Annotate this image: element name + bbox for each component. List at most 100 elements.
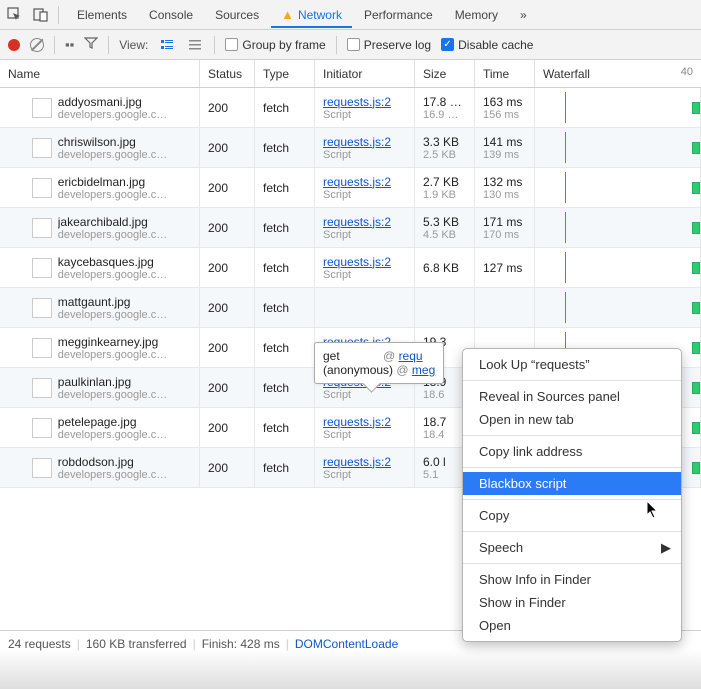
initiator-link[interactable]: requests.js:2 bbox=[323, 175, 391, 189]
file-name: paulkinlan.jpg bbox=[58, 375, 167, 389]
disable-cache-checkbox[interactable]: ✓Disable cache bbox=[441, 38, 533, 52]
initiator-link[interactable]: requests.js:2 bbox=[323, 455, 391, 469]
table-row[interactable]: addyosmani.jpgdevelopers.google.c…200fet… bbox=[0, 88, 701, 128]
cm-show-info[interactable]: Show Info in Finder bbox=[463, 568, 681, 591]
separator bbox=[54, 36, 55, 54]
cell-time: 163 ms156 ms bbox=[475, 88, 535, 127]
header-size[interactable]: Size bbox=[415, 60, 475, 87]
table-row[interactable]: mattgaunt.jpgdevelopers.google.c…200fetc… bbox=[0, 288, 701, 328]
initiator-tooltip: get @ requ (anonymous) @ meg bbox=[314, 342, 444, 384]
cell-status: 200 bbox=[200, 128, 255, 167]
device-toggle-icon[interactable] bbox=[32, 6, 50, 24]
table-row[interactable]: chriswilson.jpgdevelopers.google.c…200fe… bbox=[0, 128, 701, 168]
tab-console[interactable]: Console bbox=[139, 1, 203, 28]
view-small-icon[interactable] bbox=[186, 36, 204, 54]
group-by-frame-checkbox[interactable]: Group by frame bbox=[225, 38, 325, 52]
cm-copy-link[interactable]: Copy link address bbox=[463, 440, 681, 463]
cell-initiator: requests.js:2Script bbox=[315, 128, 415, 167]
cell-name: kaycebasques.jpgdevelopers.google.c… bbox=[0, 248, 200, 287]
cell-size: 3.3 KB2.5 KB bbox=[415, 128, 475, 167]
separator bbox=[214, 36, 215, 54]
file-name: jakearchibald.jpg bbox=[58, 215, 167, 229]
header-time[interactable]: Time bbox=[475, 60, 535, 87]
context-menu: Look Up “requests” Reveal in Sources pan… bbox=[462, 348, 682, 642]
waterfall-bar bbox=[692, 142, 700, 154]
view-large-icon[interactable] bbox=[158, 36, 176, 54]
header-type[interactable]: Type bbox=[255, 60, 315, 87]
cell-initiator: requests.js:2Script bbox=[315, 88, 415, 127]
header-name[interactable]: Name bbox=[0, 60, 200, 87]
file-icon bbox=[32, 138, 52, 158]
cell-type: fetch bbox=[255, 368, 315, 407]
file-name: mattgaunt.jpg bbox=[58, 295, 167, 309]
initiator-link[interactable]: requests.js:2 bbox=[323, 215, 391, 229]
devtools-top-toolbar: Elements Console Sources ▲Network Perfor… bbox=[0, 0, 701, 30]
preserve-log-checkbox[interactable]: Preserve log bbox=[347, 38, 431, 52]
table-row[interactable]: jakearchibald.jpgdevelopers.google.c…200… bbox=[0, 208, 701, 248]
cell-type: fetch bbox=[255, 128, 315, 167]
cm-blackbox[interactable]: Blackbox script bbox=[463, 472, 681, 495]
screenshot-icon[interactable]: ▪▪ bbox=[65, 37, 74, 52]
file-name: ericbidelman.jpg bbox=[58, 175, 167, 189]
cell-waterfall bbox=[535, 168, 701, 207]
cell-size bbox=[415, 288, 475, 327]
cell-status: 200 bbox=[200, 248, 255, 287]
waterfall-bar bbox=[692, 462, 700, 474]
tab-network[interactable]: ▲Network bbox=[271, 1, 352, 28]
file-name: chriswilson.jpg bbox=[58, 135, 167, 149]
initiator-link[interactable]: requests.js:2 bbox=[323, 255, 391, 269]
file-name: kaycebasques.jpg bbox=[58, 255, 167, 269]
status-finish: Finish: 428 ms bbox=[202, 637, 280, 651]
initiator-link[interactable]: requests.js:2 bbox=[323, 135, 391, 149]
header-initiator[interactable]: Initiator bbox=[315, 60, 415, 87]
tooltip-link[interactable]: requ bbox=[399, 349, 423, 363]
cell-status: 200 bbox=[200, 448, 255, 487]
tab-performance[interactable]: Performance bbox=[354, 1, 443, 28]
cell-status: 200 bbox=[200, 368, 255, 407]
file-icon bbox=[32, 338, 52, 358]
cm-lookup[interactable]: Look Up “requests” bbox=[463, 353, 681, 376]
cell-name: jakearchibald.jpgdevelopers.google.c… bbox=[0, 208, 200, 247]
cell-size: 6.8 KB bbox=[415, 248, 475, 287]
tab-more[interactable]: » bbox=[510, 1, 537, 28]
cell-waterfall bbox=[535, 248, 701, 287]
initiator-link[interactable]: requests.js:2 bbox=[323, 415, 391, 429]
cell-initiator: requests.js:2Script bbox=[315, 168, 415, 207]
file-icon bbox=[32, 178, 52, 198]
record-button[interactable] bbox=[8, 39, 20, 51]
cell-time: 141 ms139 ms bbox=[475, 128, 535, 167]
cell-waterfall bbox=[535, 288, 701, 327]
tab-memory[interactable]: Memory bbox=[445, 1, 508, 28]
tooltip-link[interactable]: meg bbox=[412, 363, 435, 377]
initiator-link[interactable]: requests.js:2 bbox=[323, 95, 391, 109]
cell-name: megginkearney.jpgdevelopers.google.c… bbox=[0, 328, 200, 367]
cm-speech[interactable]: Speech▶ bbox=[463, 536, 681, 559]
inspect-icon[interactable] bbox=[6, 6, 24, 24]
file-origin: developers.google.c… bbox=[58, 229, 167, 241]
cm-open[interactable]: Open bbox=[463, 614, 681, 637]
table-row[interactable]: kaycebasques.jpgdevelopers.google.c…200f… bbox=[0, 248, 701, 288]
cell-type: fetch bbox=[255, 168, 315, 207]
clear-button[interactable] bbox=[30, 38, 44, 52]
cell-status: 200 bbox=[200, 88, 255, 127]
waterfall-bar bbox=[692, 182, 700, 194]
tab-sources[interactable]: Sources bbox=[205, 1, 269, 28]
cm-separator bbox=[463, 467, 681, 468]
filter-icon[interactable] bbox=[84, 36, 98, 53]
header-waterfall[interactable]: Waterfall40 bbox=[535, 60, 701, 87]
table-row[interactable]: ericbidelman.jpgdevelopers.google.c…200f… bbox=[0, 168, 701, 208]
cm-open-tab[interactable]: Open in new tab bbox=[463, 408, 681, 431]
main-tabs: Elements Console Sources ▲Network Perfor… bbox=[67, 1, 695, 28]
cell-status: 200 bbox=[200, 408, 255, 447]
cm-reveal[interactable]: Reveal in Sources panel bbox=[463, 385, 681, 408]
file-icon bbox=[32, 458, 52, 478]
header-status[interactable]: Status bbox=[200, 60, 255, 87]
cell-size: 17.8 …16.9 … bbox=[415, 88, 475, 127]
waterfall-bar bbox=[692, 422, 700, 434]
cell-type: fetch bbox=[255, 448, 315, 487]
cell-type: fetch bbox=[255, 328, 315, 367]
cell-initiator: requests.js:2Script bbox=[315, 208, 415, 247]
cm-show-finder[interactable]: Show in Finder bbox=[463, 591, 681, 614]
cell-type: fetch bbox=[255, 88, 315, 127]
tab-elements[interactable]: Elements bbox=[67, 1, 137, 28]
